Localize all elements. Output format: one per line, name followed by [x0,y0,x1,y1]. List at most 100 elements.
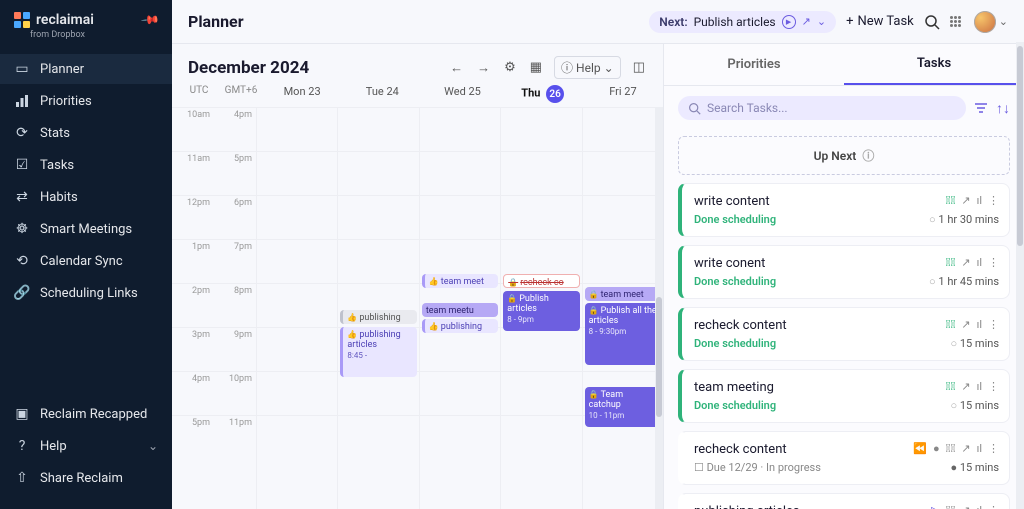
tab-tasks[interactable]: Tasks [844,44,1024,85]
task-card[interactable]: recheck contentDone scheduling✓⃝↗ıl⋮15 m… [678,307,1010,361]
calendar-event[interactable]: Team catchup10 - 11pm [585,387,661,427]
chevron-down-icon[interactable]: ⌄ [817,15,826,28]
sidebar-item-recapped[interactable]: ▣ Reclaim Recapped [0,399,172,429]
priority-icon[interactable]: ıl [977,380,982,393]
day-column-mon[interactable] [256,107,337,509]
more-icon[interactable]: ⋮ [988,256,999,269]
sidebar-item-help[interactable]: ? Help ⌄ [0,431,172,461]
day-header-mon[interactable]: Mon 23 [262,85,342,103]
open-icon[interactable]: ↗ [961,380,970,393]
day-column-fri[interactable]: team meet Publish all the articles8 - 9:3… [582,107,663,509]
sidebar-item-priorities[interactable]: Priorities [0,86,172,116]
brand-name: reclaimai [36,12,94,28]
open-icon[interactable]: ↗ [802,15,811,28]
more-icon[interactable]: ⋮ [988,318,999,331]
day-column-tue[interactable]: publishing publishing articles8:45 - [337,107,418,509]
check-icon[interactable]: ✓⃝ [946,442,956,455]
calendar-event[interactable]: team meetu [422,303,498,317]
avatar [974,11,996,33]
sidebar-item-share[interactable]: ⇧ Share Reclaim [0,463,172,493]
calendar-event[interactable]: Publish all the articles8 - 9:30pm [585,303,661,365]
next-task-pill[interactable]: Next: Publish articles ▶ ↗ ⌄ [649,11,836,33]
day-header-wed[interactable]: Wed 25 [422,85,502,103]
priority-icon[interactable]: ıl [977,194,982,207]
topbar: Planner Next: Publish articles ▶ ↗ ⌄ + N… [172,0,1024,44]
play-icon[interactable]: ▶ [782,15,796,29]
sidebar-item-smart-meetings[interactable]: ☸ Smart Meetings [0,214,172,244]
more-icon[interactable]: ⋮ [988,194,999,207]
open-icon[interactable]: ↗ [961,318,970,331]
calendar-event[interactable]: publishing [340,310,416,324]
next-button[interactable]: → [475,58,492,78]
settings-icon[interactable]: ⚙ [502,58,518,77]
search-button[interactable] [924,14,940,30]
calendar-event[interactable]: team meet [585,287,661,301]
day-column-wed[interactable]: team meet team meetu publishing [419,107,500,509]
calendar-event[interactable]: Publish articles8 - 9pm [503,291,579,331]
tasks-scrollbar[interactable] [1016,44,1024,509]
sidebar-item-tasks[interactable]: ☑ Tasks [0,150,172,180]
more-icon[interactable]: ⋮ [988,504,999,509]
sidebar-item-habits[interactable]: ⇄ Habits [0,182,172,212]
sort-icon[interactable]: ↑↓ [996,100,1010,117]
tab-priorities[interactable]: Priorities [664,44,844,85]
play-icon[interactable]: ▷ [931,504,939,509]
task-card[interactable]: team meetingDone scheduling✓⃝↗ıl⋮15 mins [678,369,1010,423]
sidebar-item-planner[interactable]: ▭ Planner [0,54,172,84]
apps-icon[interactable] [950,16,964,27]
priority-icon[interactable]: ıl [977,442,982,455]
calendar-event[interactable]: publishing articles8:45 - [340,327,416,377]
brand-logo[interactable]: reclaimai 📌 [0,12,172,32]
task-duration: 1 hr 30 mins [929,213,999,226]
panel-toggle-icon[interactable]: ◫ [631,58,647,77]
priority-icon[interactable]: ıl [977,504,982,509]
more-icon[interactable]: ⋮ [988,380,999,393]
open-icon[interactable]: ↗ [961,504,970,509]
check-icon[interactable]: ✓⃝ [946,504,956,509]
task-list: write contentDone scheduling✓⃝↗ıl⋮1 hr 3… [664,183,1024,509]
day-header-tue[interactable]: Tue 24 [342,85,422,103]
new-task-button[interactable]: + New Task [846,14,914,29]
task-card[interactable]: write contentDone scheduling✓⃝↗ıl⋮1 hr 3… [678,183,1010,237]
sidebar-label: Share Reclaim [40,471,123,486]
help-dropdown[interactable]: ⓘ Help ⌄ [554,56,621,79]
done-icon: ✓⃝ [946,318,956,331]
day-column-thu[interactable]: recheck co Publish articles8 - 9pm [500,107,581,509]
profile-menu[interactable]: ⌄ [974,11,1008,33]
up-next-section[interactable]: Up Next ⓘ [678,136,1010,175]
sidebar-nav: ▭ Planner Priorities ⟳ Stats ☑ Tasks ⇄ H… [0,50,172,312]
calendar-event[interactable]: recheck co [503,274,579,288]
chevron-down-icon: ⌄ [604,61,614,75]
pin-icon[interactable]: 📌 [140,10,160,30]
calendar-scrollbar[interactable] [655,107,663,509]
more-icon[interactable]: ⋮ [988,442,999,455]
main: Planner Next: Publish articles ▶ ↗ ⌄ + N… [172,0,1024,509]
priority-icon[interactable]: ıl [977,318,982,331]
day-header-thu[interactable]: Thu 26 [503,85,583,103]
rewind-icon[interactable]: ⏪ [913,442,927,455]
sidebar-item-scheduling-links[interactable]: 🔗 Scheduling Links [0,278,172,308]
calendar-grid[interactable]: 10am11am12pm1pm2pm3pm4pm5pm 4pm5pm6pm7pm… [172,107,663,509]
filter-icon[interactable] [974,101,988,115]
tz-utc[interactable]: UTC [178,85,220,103]
open-icon[interactable]: ↗ [961,194,970,207]
sidebar-footer: ▣ Reclaim Recapped ? Help ⌄ ⇧ Share Recl… [0,395,172,497]
new-task-label: New Task [857,14,913,29]
open-icon[interactable]: ↗ [961,256,970,269]
today-badge: 26 [546,85,564,103]
task-card[interactable]: write conentDone scheduling✓⃝↗ıl⋮1 hr 45… [678,245,1010,299]
date-picker-icon[interactable]: ▦ [528,58,544,77]
stop-icon[interactable]: ● [933,442,940,455]
sidebar-item-stats[interactable]: ⟳ Stats [0,118,172,148]
task-card[interactable]: publishing articles☐ Due 12/29▷✓⃝↗ıl⋮1 h… [678,493,1010,509]
day-header-fri[interactable]: Fri 27 [583,85,663,103]
prev-button[interactable]: ← [448,58,465,78]
calendar-event[interactable]: publishing [422,319,498,333]
search-tasks-input[interactable]: Search Tasks... [678,96,966,120]
task-card[interactable]: recheck content☐ Due 12/29 · In progress… [678,431,1010,485]
priority-icon[interactable]: ıl [977,256,982,269]
calendar-event[interactable]: team meet [422,274,498,288]
tz-gmt6[interactable]: GMT+6 [220,85,262,103]
open-icon[interactable]: ↗ [961,442,970,455]
sidebar-item-calendar-sync[interactable]: ⟲ Calendar Sync [0,246,172,276]
